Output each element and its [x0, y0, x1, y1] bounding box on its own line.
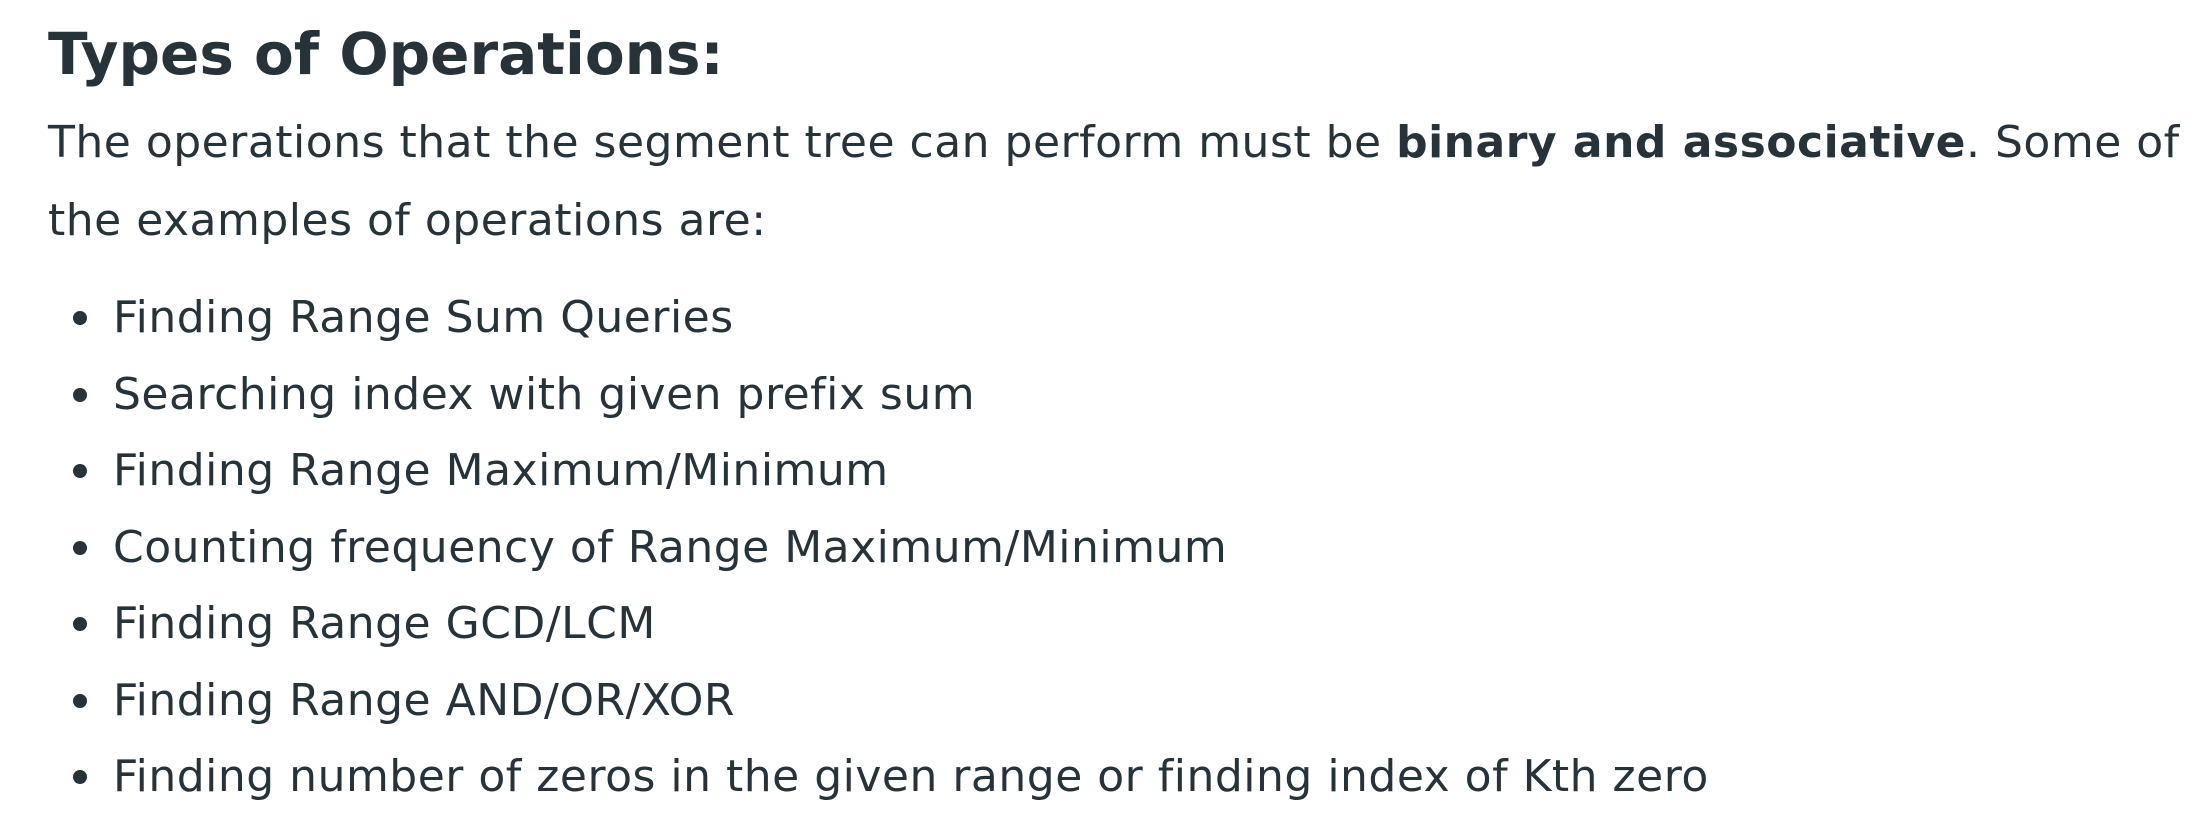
list-item: Finding Range Maximum/Minimum: [48, 433, 2188, 510]
list-item-text: Finding number of zeros in the given ran…: [113, 751, 1709, 802]
bullet-icon: [73, 770, 87, 784]
intro-paragraph: The operations that the segment tree can…: [48, 104, 2188, 260]
bullet-icon: [73, 540, 87, 555]
list-item: Finding Range Sum Queries: [48, 280, 2188, 357]
list-item-text: Searching index with given prefix sum: [113, 368, 976, 420]
list-item-text: Finding Range GCD/LCM: [113, 598, 656, 649]
list-item: Searching index with given prefix sum: [48, 357, 2188, 434]
bullet-icon: [73, 617, 87, 631]
list-item: Counting frequency of Range Maximum/Mini…: [48, 510, 2188, 587]
list-item: Finding number of zeros in the given ran…: [48, 739, 2188, 816]
list-item-text: Finding Range Sum Queries: [113, 292, 734, 343]
bullet-icon: [73, 464, 87, 478]
list-item-text: Counting frequency of Range Maximum/Mini…: [113, 521, 1228, 573]
intro-text-start: The operations that the segment tree can…: [48, 117, 1397, 168]
article-section: Types of Operations: The operations that…: [48, 14, 2188, 816]
list-item: Finding Range GCD/LCM: [48, 586, 2188, 663]
bullet-icon: [73, 387, 87, 402]
bullet-icon: [73, 311, 87, 325]
section-heading: Types of Operations:: [48, 20, 724, 88]
list-item: Finding Range AND/OR/XOR: [48, 663, 2188, 740]
intro-bold-text: binary and associative: [1396, 117, 1967, 168]
bullet-icon: [73, 693, 87, 708]
operations-list: Finding Range Sum Queries Searching inde…: [48, 280, 2188, 816]
list-item-text: Finding Range AND/OR/XOR: [113, 674, 735, 726]
list-item-text: Finding Range Maximum/Minimum: [113, 445, 889, 496]
